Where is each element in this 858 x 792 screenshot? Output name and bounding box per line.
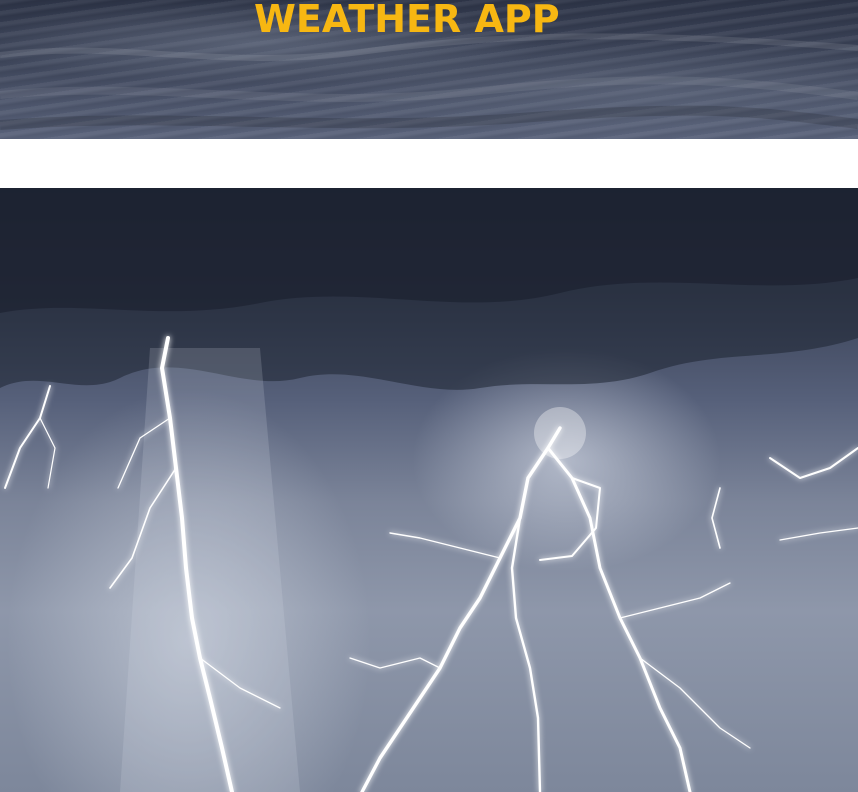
header-banner: WEATHER APP	[0, 0, 858, 139]
header-gap	[0, 139, 858, 188]
lightning-illustration	[0, 188, 858, 792]
lightning-bolt-center	[360, 426, 562, 792]
storm-lightning-image	[0, 188, 858, 792]
app-title: WEATHER APP	[254, 0, 560, 41]
